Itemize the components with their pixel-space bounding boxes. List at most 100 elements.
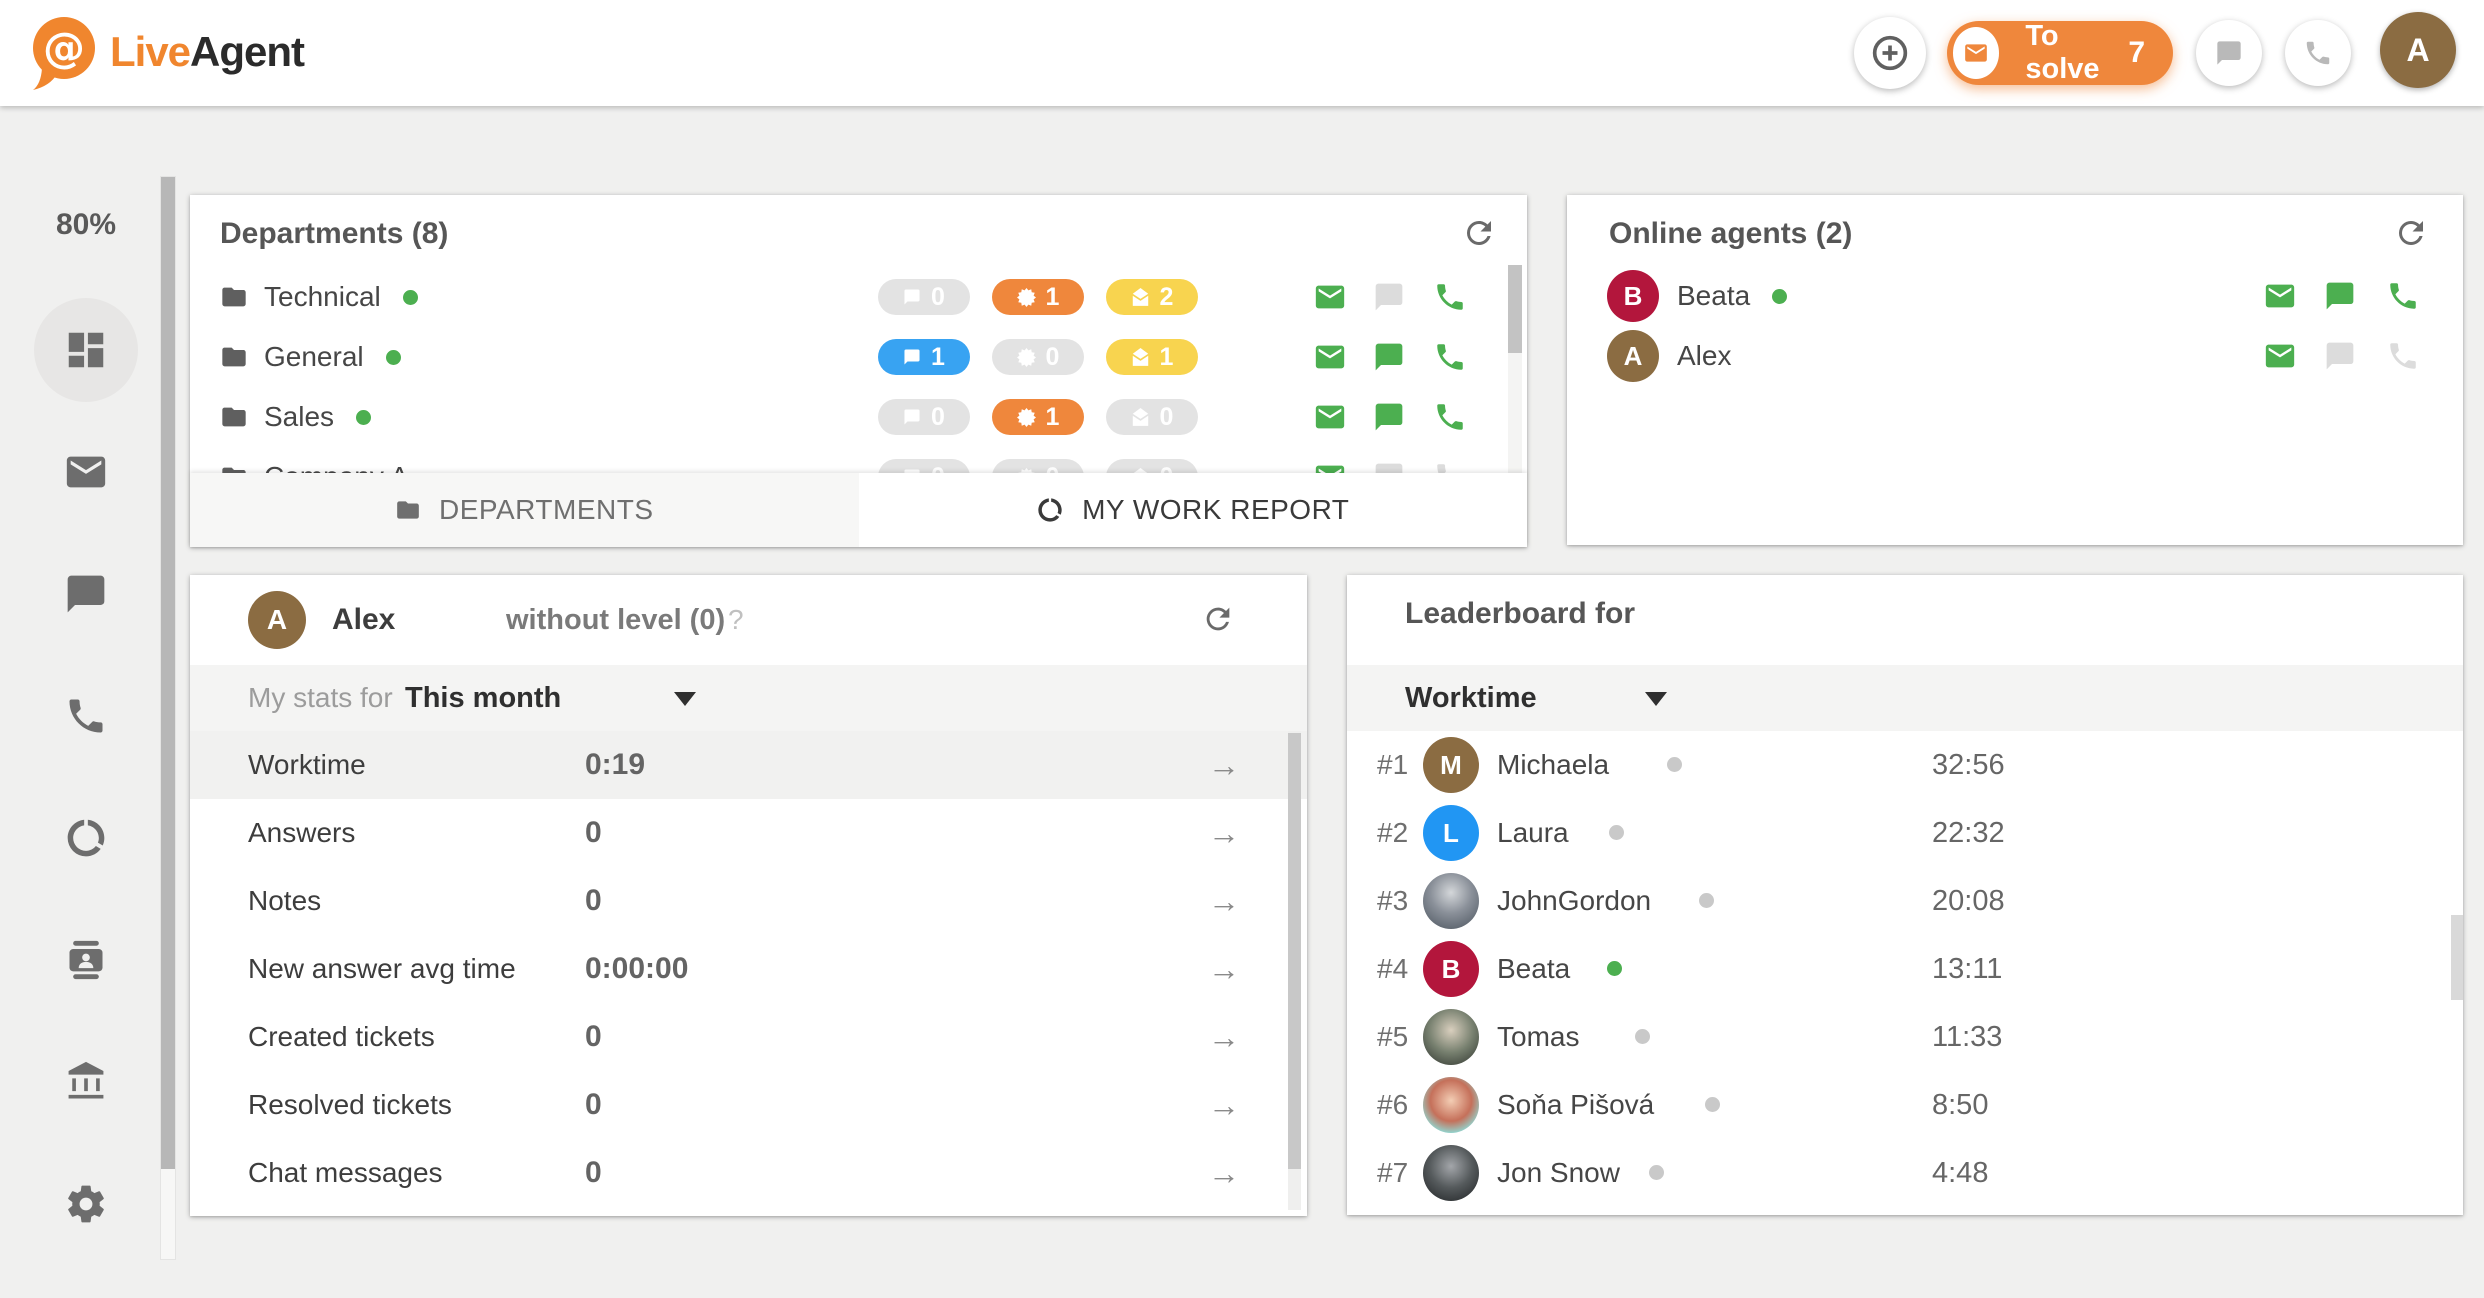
chats-badge[interactable]: 0	[878, 459, 970, 473]
sidebar-item-companies[interactable]	[64, 1060, 108, 1104]
stat-row[interactable]: Notes 0 →	[190, 867, 1307, 935]
department-row[interactable]: Sales 0 1 0	[190, 387, 1527, 447]
stat-row[interactable]: Answers 0 →	[190, 799, 1307, 867]
online-status-dot	[1772, 289, 1787, 304]
open-tickets-badge[interactable]: 0	[1106, 459, 1198, 473]
sidebar-item-settings[interactable]	[64, 1182, 108, 1226]
liveagent-logo[interactable]: @ LiveAgent	[24, 12, 304, 92]
arrow-forward-icon[interactable]: →	[1208, 731, 1240, 799]
email-action-icon[interactable]	[1313, 460, 1347, 473]
new-tickets-badge[interactable]: 0	[992, 459, 1084, 473]
open-tickets-badge[interactable]: 0	[1106, 399, 1198, 435]
page-scrollbar[interactable]	[160, 176, 176, 1260]
tab-my-work-report[interactable]: MY WORK REPORT	[859, 473, 1528, 547]
refresh-button[interactable]	[1201, 602, 1235, 636]
tab-departments[interactable]: DEPARTMENTS	[190, 473, 859, 547]
leaderboard-scrollbar-thumb[interactable]	[2451, 915, 2463, 1000]
stats-scrollbar[interactable]	[1288, 731, 1301, 1210]
open-tickets-badge[interactable]: 2	[1106, 279, 1198, 315]
departments-scrollbar-thumb[interactable]	[1508, 265, 1522, 353]
arrow-forward-icon[interactable]: →	[1208, 799, 1240, 867]
department-row[interactable]: Technical 0 1 2	[190, 267, 1527, 327]
sidebar-item-tickets[interactable]	[63, 449, 109, 495]
header-calls-button[interactable]	[2285, 20, 2351, 86]
user-avatar[interactable]: A	[2380, 12, 2456, 88]
refresh-button[interactable]	[1461, 215, 1497, 251]
department-name: General	[264, 341, 364, 373]
chat-action-icon[interactable]	[1373, 341, 1405, 373]
active-item-circle	[34, 298, 138, 402]
online-status-dot	[356, 410, 371, 425]
department-row[interactable]: General 1 0 1	[190, 327, 1527, 387]
open-envelope-icon	[1131, 288, 1150, 307]
arrow-forward-icon[interactable]: →	[1208, 1139, 1240, 1207]
stat-row[interactable]: Chat messages 0 →	[190, 1139, 1307, 1207]
new-tickets-badge[interactable]: 1	[992, 279, 1084, 315]
sidebar-item-contacts[interactable]	[64, 938, 108, 982]
chat-action-icon[interactable]	[1373, 401, 1405, 433]
open-envelope-icon	[1131, 408, 1150, 427]
reports-ring-icon	[64, 816, 108, 860]
chats-badge[interactable]: 0	[878, 399, 970, 435]
new-tickets-badge[interactable]: 1	[992, 399, 1084, 435]
email-action-icon[interactable]	[2263, 339, 2297, 373]
worktime-value: 22:32	[1932, 799, 2005, 867]
stat-row[interactable]: New answer avg time 0:00:00 →	[190, 935, 1307, 1003]
stats-scrollbar-thumb[interactable]	[1288, 733, 1301, 1169]
stat-row[interactable]: Resolved tickets 0 →	[190, 1071, 1307, 1139]
sidebar-item-chats[interactable]	[64, 572, 108, 616]
stats-filter-row: My stats for This month	[190, 665, 1307, 731]
burst-icon	[1017, 288, 1036, 307]
stat-row[interactable]: Worktime 0:19 →	[190, 731, 1307, 799]
sidebar-item-dashboard[interactable]	[34, 298, 138, 402]
online-status-dot	[386, 350, 401, 365]
arrow-forward-icon[interactable]: →	[1208, 1003, 1240, 1071]
email-action-icon[interactable]	[1313, 280, 1347, 314]
chat-action-icon	[1373, 281, 1405, 313]
departments-list: Technical 0 1 2 General 1 0 1 Sales 0	[190, 265, 1527, 473]
avatar-initial: A	[2406, 32, 2429, 69]
agent-name: Alex	[332, 575, 395, 665]
phone-action-icon[interactable]	[1433, 340, 1467, 374]
metric-select[interactable]: Worktime	[1405, 665, 1667, 731]
new-tickets-badge[interactable]: 0	[992, 339, 1084, 375]
top-header: @ LiveAgent To solve 7 A	[0, 0, 2484, 106]
email-action-icon[interactable]	[2263, 279, 2297, 313]
phone-action-icon[interactable]	[1433, 400, 1467, 434]
department-row[interactable]: Company A 0 0 0	[190, 447, 1527, 473]
refresh-button[interactable]	[2393, 215, 2429, 251]
email-action-icon[interactable]	[1313, 340, 1347, 374]
folder-icon	[220, 343, 248, 371]
email-action-icon[interactable]	[1313, 400, 1347, 434]
rank-label: #3	[1377, 867, 1408, 935]
worktime-value: 4:48	[1932, 1139, 1988, 1207]
worktime-value: 11:33	[1932, 1003, 2002, 1071]
sidebar-item-reports[interactable]	[64, 816, 108, 860]
stat-row[interactable]: Created tickets 0 →	[190, 1003, 1307, 1071]
to-solve-button[interactable]: To solve 7	[1947, 21, 2173, 85]
page-scrollbar-thumb[interactable]	[161, 177, 175, 1169]
arrow-forward-icon[interactable]: →	[1208, 1071, 1240, 1139]
agent-level: without level (0)	[506, 575, 725, 665]
online-agents-panel: Online agents (2) B Beata A Alex	[1567, 195, 2463, 545]
chats-badge[interactable]: 0	[878, 279, 970, 315]
sidebar-item-calls[interactable]	[64, 694, 108, 738]
phone-action-icon[interactable]	[2386, 279, 2420, 313]
agent-row: B Beata	[1567, 266, 2463, 326]
arrow-forward-icon[interactable]: →	[1208, 867, 1240, 935]
header-chats-button[interactable]	[2196, 20, 2262, 86]
phone-action-icon	[1433, 460, 1467, 473]
worktime-value: 20:08	[1932, 867, 2005, 935]
period-select[interactable]: This month	[405, 665, 696, 731]
help-icon[interactable]: ?	[728, 575, 744, 665]
chat-action-icon[interactable]	[2324, 280, 2356, 312]
open-tickets-badge[interactable]: 1	[1106, 339, 1198, 375]
arrow-forward-icon[interactable]: →	[1208, 935, 1240, 1003]
add-new-button[interactable]	[1854, 17, 1926, 89]
refresh-icon	[1201, 602, 1235, 636]
stat-value: 0:19	[585, 731, 645, 799]
departments-scrollbar[interactable]	[1508, 265, 1522, 473]
phone-icon	[2303, 38, 2333, 68]
chats-badge[interactable]: 1	[878, 339, 970, 375]
phone-action-icon[interactable]	[1433, 280, 1467, 314]
